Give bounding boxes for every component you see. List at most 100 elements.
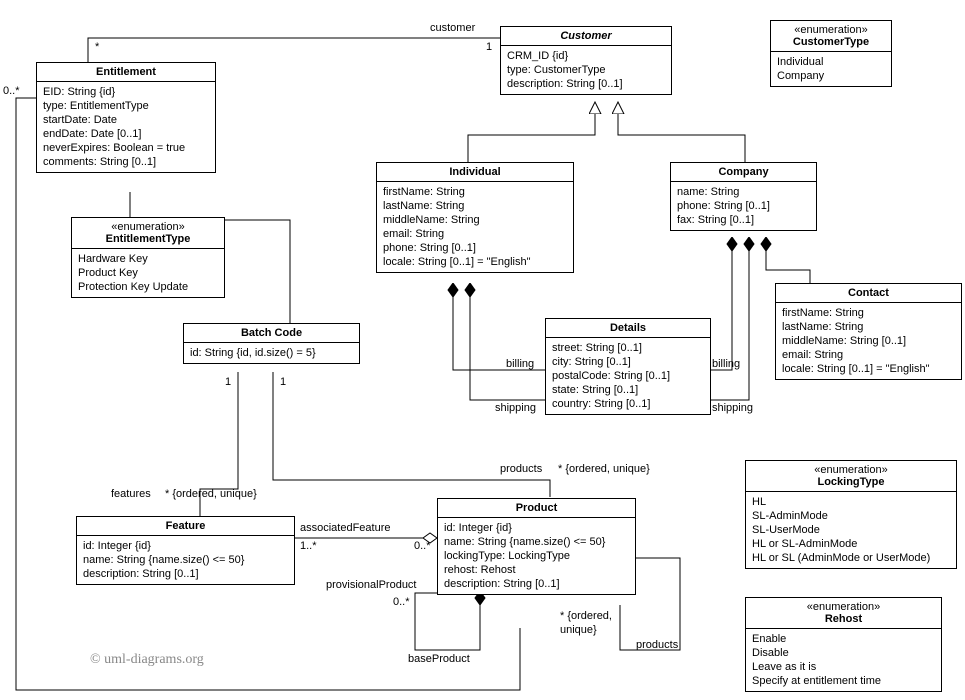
lit: Product Key xyxy=(78,266,218,280)
attr: street: String [0..1] xyxy=(552,341,704,355)
mult-zero-star-c: 0..* xyxy=(393,596,410,608)
class-body: HL SL-AdminMode SL-UserMode HL or SL-Adm… xyxy=(746,492,956,568)
role-products: products xyxy=(500,463,542,475)
class-name: Rehost xyxy=(825,613,862,625)
class-individual: Individual firstName: String lastName: S… xyxy=(376,162,574,273)
role-shipping-b: shipping xyxy=(712,402,753,414)
attr: comments: String [0..1] xyxy=(43,155,209,169)
stereotype: «enumeration» xyxy=(752,601,935,613)
role-products-b: products xyxy=(636,639,678,651)
attr: firstName: String xyxy=(782,306,955,320)
class-feature: Feature id: Integer {id} name: String {n… xyxy=(76,516,295,585)
class-customertype: «enumeration» CustomerType Individual Co… xyxy=(770,20,892,87)
class-title: Product xyxy=(438,499,635,518)
class-body: Enable Disable Leave as it is Specify at… xyxy=(746,629,941,691)
attr: endDate: Date [0..1] xyxy=(43,127,209,141)
class-company: Company name: String phone: String [0..1… xyxy=(670,162,817,231)
mult-zero-star-b: 0..* xyxy=(414,540,431,552)
class-name: CustomerType xyxy=(793,36,869,48)
mult-one-b: 1 xyxy=(225,376,231,388)
attr: id: Integer {id} xyxy=(83,539,288,553)
attr: name: String {name.size() <= 50} xyxy=(83,553,288,567)
attr: email: String xyxy=(383,227,567,241)
stereotype: «enumeration» xyxy=(752,464,950,476)
class-product: Product id: Integer {id} name: String {n… xyxy=(437,498,636,595)
class-title: Contact xyxy=(776,284,961,303)
lit: HL or SL (AdminMode or UserMode) xyxy=(752,551,950,565)
attr: state: String [0..1] xyxy=(552,383,704,397)
attr: country: String [0..1] xyxy=(552,397,704,411)
mult-one-c: 1 xyxy=(280,376,286,388)
mult-star-ord-b: * {ordered, unique} xyxy=(558,463,650,475)
class-title: Customer xyxy=(501,27,671,46)
class-lockingtype: «enumeration» LockingType HL SL-AdminMod… xyxy=(745,460,957,569)
class-body: id: String {id, id.size() = 5} xyxy=(184,343,359,363)
lit: Hardware Key xyxy=(78,252,218,266)
attr: phone: String [0..1] xyxy=(383,241,567,255)
class-title: Individual xyxy=(377,163,573,182)
mult-one-a: 1 xyxy=(486,41,492,53)
attr: postalCode: String [0..1] xyxy=(552,369,704,383)
lit: Individual xyxy=(777,55,885,69)
attr: id: Integer {id} xyxy=(444,521,629,535)
class-title: Batch Code xyxy=(184,324,359,343)
attr: type: EntitlementType xyxy=(43,99,209,113)
lit: HL xyxy=(752,495,950,509)
class-name: LockingType xyxy=(817,476,884,488)
attr: name: String xyxy=(677,185,810,199)
class-title: «enumeration» LockingType xyxy=(746,461,956,492)
class-contact: Contact firstName: String lastName: Stri… xyxy=(775,283,962,380)
attr: firstName: String xyxy=(383,185,567,199)
class-title: «enumeration» EntitlementType xyxy=(72,218,224,249)
stereotype: «enumeration» xyxy=(777,24,885,36)
role-shipping-a: shipping xyxy=(495,402,536,414)
attr: lockingType: LockingType xyxy=(444,549,629,563)
attr: middleName: String xyxy=(383,213,567,227)
role-provprod: provisionalProduct xyxy=(326,579,417,591)
class-rehost: «enumeration» Rehost Enable Disable Leav… xyxy=(745,597,942,692)
class-title: Details xyxy=(546,319,710,338)
class-body: Individual Company xyxy=(771,52,891,86)
role-billing-b: billing xyxy=(712,358,740,370)
attr: name: String {name.size() <= 50} xyxy=(444,535,629,549)
lit: SL-UserMode xyxy=(752,523,950,537)
class-entitlementtype: «enumeration» EntitlementType Hardware K… xyxy=(71,217,225,298)
class-title: Entitlement xyxy=(37,63,215,82)
class-body: firstName: String lastName: String middl… xyxy=(776,303,961,379)
attr: locale: String [0..1] = "English" xyxy=(383,255,567,269)
attr: description: String [0..1] xyxy=(507,77,665,91)
class-name: EntitlementType xyxy=(106,233,191,245)
attr: phone: String [0..1] xyxy=(677,199,810,213)
attr: fax: String [0..1] xyxy=(677,213,810,227)
class-body: name: String phone: String [0..1] fax: S… xyxy=(671,182,816,230)
role-billing-a: billing xyxy=(506,358,534,370)
lit: Company xyxy=(777,69,885,83)
attr: EID: String {id} xyxy=(43,85,209,99)
class-body: id: Integer {id} name: String {name.size… xyxy=(77,536,294,584)
attr: lastName: String xyxy=(383,199,567,213)
lit: Leave as it is xyxy=(752,660,935,674)
class-body: firstName: String lastName: String middl… xyxy=(377,182,573,272)
class-title: Feature xyxy=(77,517,294,536)
lit: Protection Key Update xyxy=(78,280,218,294)
class-entitlement: Entitlement EID: String {id} type: Entit… xyxy=(36,62,216,173)
class-title: «enumeration» CustomerType xyxy=(771,21,891,52)
lit: HL or SL-AdminMode xyxy=(752,537,950,551)
attr: type: CustomerType xyxy=(507,63,665,77)
mult-star-a: * xyxy=(95,41,99,53)
role-customer: customer xyxy=(430,22,475,34)
class-title: Company xyxy=(671,163,816,182)
mult-star-ord-c: * {ordered, xyxy=(560,610,612,622)
attr: email: String xyxy=(782,348,955,362)
attr: CRM_ID {id} xyxy=(507,49,665,63)
mult-star-ord-a: * {ordered, unique} xyxy=(165,488,257,500)
attr: neverExpires: Boolean = true xyxy=(43,141,209,155)
attr: id: String {id, id.size() = 5} xyxy=(190,346,353,360)
attr: description: String [0..1] xyxy=(444,577,629,591)
role-assocfeat: associatedFeature xyxy=(300,522,391,534)
class-body: Hardware Key Product Key Protection Key … xyxy=(72,249,224,297)
attr: description: String [0..1] xyxy=(83,567,288,581)
mult-unique-c: unique} xyxy=(560,624,597,636)
attr: rehost: Rehost xyxy=(444,563,629,577)
attr: startDate: Date xyxy=(43,113,209,127)
